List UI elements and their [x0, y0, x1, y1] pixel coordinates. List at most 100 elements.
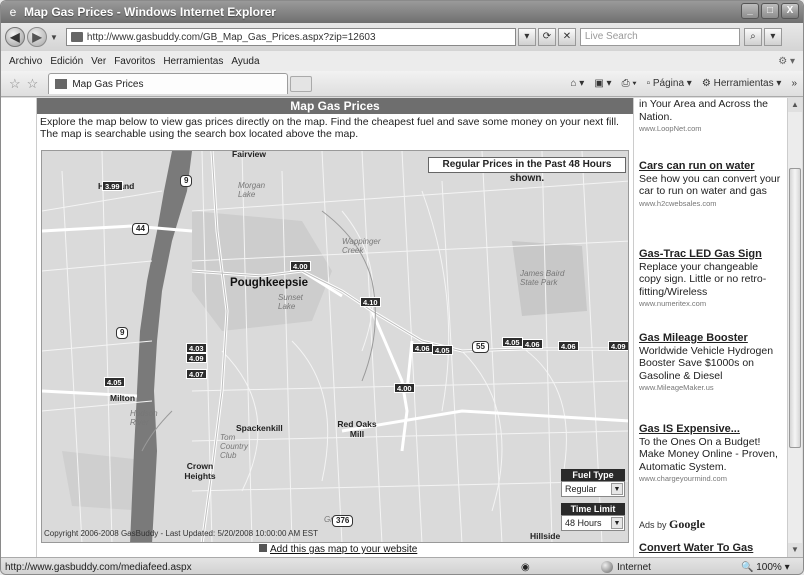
menu-herramientas[interactable]: Herramientas [163, 56, 223, 67]
ad-body: in Your Area and Across the Nation. [639, 98, 769, 123]
tools-menu-label: Herramientas [713, 78, 774, 89]
favicon-icon [70, 32, 83, 42]
place-fairview: Fairview [232, 150, 267, 159]
route-55-shield: 55 [472, 341, 489, 353]
tools-menu[interactable]: ⚙ Herramientas ▾ [702, 78, 782, 89]
search-icon[interactable]: ⌕ [743, 28, 762, 46]
place-red-oaks-mill: Red Oaks Mill [337, 419, 377, 439]
google-logo: Google [669, 517, 706, 531]
fuel-type-select[interactable]: Regular ▼ [561, 481, 625, 497]
price-marker[interactable]: 4.09 [608, 341, 628, 351]
ad-item[interactable]: Gas IS Expensive... To the Ones On a Bud… [639, 423, 783, 486]
price-marker[interactable]: 4.05 [104, 377, 125, 387]
menu-archivo[interactable]: Archivo [9, 56, 42, 67]
add-favorite-icon[interactable]: ☆ [27, 76, 39, 92]
refresh-button[interactable]: ⟳ [537, 28, 556, 46]
search-options-icon[interactable]: ▾ [763, 28, 782, 46]
price-marker[interactable]: 4.00 [290, 261, 311, 271]
menu-favoritos[interactable]: Favoritos [114, 56, 155, 67]
ad-item[interactable]: Gas Mileage Booster Worldwide Vehicle Hy… [639, 332, 783, 395]
ad-item[interactable]: Cars can run on water See how you can co… [639, 160, 783, 210]
place-sunset-lake: Sunset Lake [278, 293, 303, 311]
ad-item[interactable]: Convert Water To Gas [639, 542, 783, 555]
close-button[interactable]: X [781, 3, 799, 19]
price-marker[interactable]: 4.07 [186, 369, 207, 379]
history-dropdown-icon[interactable]: ▼ [50, 33, 58, 42]
route-44-shield: 44 [132, 223, 149, 235]
chevron-down-icon: ▼ [611, 517, 623, 529]
feeds-icon[interactable]: ▣ ▾ [594, 78, 611, 89]
zoom-value: 100% [756, 561, 782, 573]
scroll-thumb[interactable] [789, 168, 801, 448]
address-bar[interactable]: http://www.gasbuddy.com/GB_Map_Gas_Price… [65, 28, 516, 46]
stop-button[interactable]: ✕ [557, 28, 576, 46]
search-input[interactable]: Live Search [579, 28, 740, 46]
place-hillside: Hillside [530, 531, 561, 541]
map-notice: Regular Prices in the Past 48 Hours show… [428, 157, 626, 184]
fuel-type-value: Regular [565, 484, 597, 494]
ad-body: To the Ones On a Budget! Make Money Onli… [639, 435, 778, 473]
price-marker[interactable]: 4.05 [502, 337, 523, 347]
favorites-star-icon[interactable]: ☆ [9, 76, 21, 92]
forward-button[interactable]: ▶ [27, 27, 47, 47]
ad-title[interactable]: Convert Water To Gas [639, 542, 783, 555]
ad-title[interactable]: Gas-Trac LED Gas Sign [639, 248, 783, 261]
add-map-link[interactable]: Add this gas map to your website [259, 544, 417, 555]
price-marker[interactable]: 4.10 [360, 297, 381, 307]
price-marker[interactable]: 4.05 [432, 345, 453, 355]
back-button[interactable]: ◀ [5, 27, 25, 47]
place-hudson-river: Hudson River [130, 409, 158, 427]
price-marker[interactable]: 3.99 [102, 181, 123, 191]
menu-edicion[interactable]: Edición [50, 56, 83, 67]
price-marker[interactable]: 4.09 [186, 353, 207, 363]
place-tom-country-club: Tom Country Club [220, 433, 249, 460]
chevron-more-icon[interactable]: » [791, 78, 797, 89]
address-dropdown-icon[interactable]: ▾ [517, 28, 536, 46]
ad-item[interactable]: in Your Area and Across the Nation. www.… [639, 98, 783, 136]
tab-label: Map Gas Prices [72, 78, 144, 90]
print-icon[interactable]: ⎙ ▾ [622, 78, 637, 89]
time-limit-select[interactable]: 48 Hours ▼ [561, 515, 625, 531]
price-marker[interactable]: 4.06 [412, 343, 433, 353]
place-crown-heights: Crown Heights [184, 461, 216, 481]
place-poughkeepsie: Poughkeepsie [230, 277, 308, 289]
place-milton: Milton [110, 393, 136, 403]
zoom-level[interactable]: 🔍 100% ▾ [741, 562, 790, 573]
scroll-up-icon[interactable]: ▲ [788, 98, 802, 112]
minimize-button[interactable]: _ [741, 3, 759, 19]
page-menu-label: Página [652, 78, 685, 89]
ad-body: Worldwide Vehicle Hydrogen Booster Save … [639, 344, 774, 382]
price-marker[interactable]: 4.00 [394, 383, 415, 393]
place-spackenkill: Spackenkill [236, 423, 283, 433]
address-toolbar: ◀ ▶ ▼ http://www.gasbuddy.com/GB_Map_Gas… [1, 23, 803, 51]
tab-toolbar: ☆ ☆ Map Gas Prices ⌂ ▾ ▣ ▾ ⎙ ▾ ▫ Página … [1, 71, 803, 97]
ads-by-google[interactable]: Ads by Google [639, 518, 705, 532]
price-marker[interactable]: 4.06 [558, 341, 579, 351]
page-content: Map Gas Prices Explore the map below to … [1, 98, 787, 557]
ads-by-prefix: Ads by [639, 520, 667, 530]
menu-ayuda[interactable]: Ayuda [231, 56, 259, 67]
status-url: http://www.gasbuddy.com/mediafeed.aspx [5, 561, 192, 573]
menu-ver[interactable]: Ver [91, 56, 106, 67]
time-limit-label: Time Limit [561, 503, 625, 515]
menu-bar: Archivo Edición Ver Favoritos Herramient… [1, 51, 803, 71]
gas-price-map[interactable]: Regular Prices in the Past 48 Hours show… [41, 150, 629, 543]
scroll-down-icon[interactable]: ▼ [788, 543, 802, 557]
page-menu[interactable]: ▫ Página ▾ [647, 78, 692, 89]
new-tab-button[interactable] [290, 75, 313, 92]
ad-title[interactable]: Gas Mileage Booster [639, 332, 783, 345]
vertical-scrollbar[interactable]: ▲ ▼ [787, 98, 802, 557]
protected-mode-icon: ◉ [521, 561, 530, 573]
home-icon[interactable]: ⌂ ▾ [570, 78, 584, 89]
toolbar-options-icon[interactable]: ⚙ ▾ [778, 56, 795, 67]
ad-title[interactable]: Cars can run on water [639, 160, 783, 173]
price-marker[interactable]: 4.03 [186, 343, 207, 353]
map-copyright: Copyright 2006-2008 GasBuddy - Last Upda… [44, 529, 318, 538]
price-marker[interactable]: 4.06 [522, 339, 543, 349]
maximize-button[interactable]: □ [761, 3, 779, 19]
zone-label: Internet [617, 561, 651, 573]
tab-map-gas-prices[interactable]: Map Gas Prices [48, 73, 289, 94]
ad-title[interactable]: Gas IS Expensive... [639, 423, 783, 436]
add-map-link-text: Add this gas map to your website [270, 544, 418, 555]
ad-item[interactable]: Gas-Trac LED Gas Sign Replace your chang… [639, 248, 783, 311]
